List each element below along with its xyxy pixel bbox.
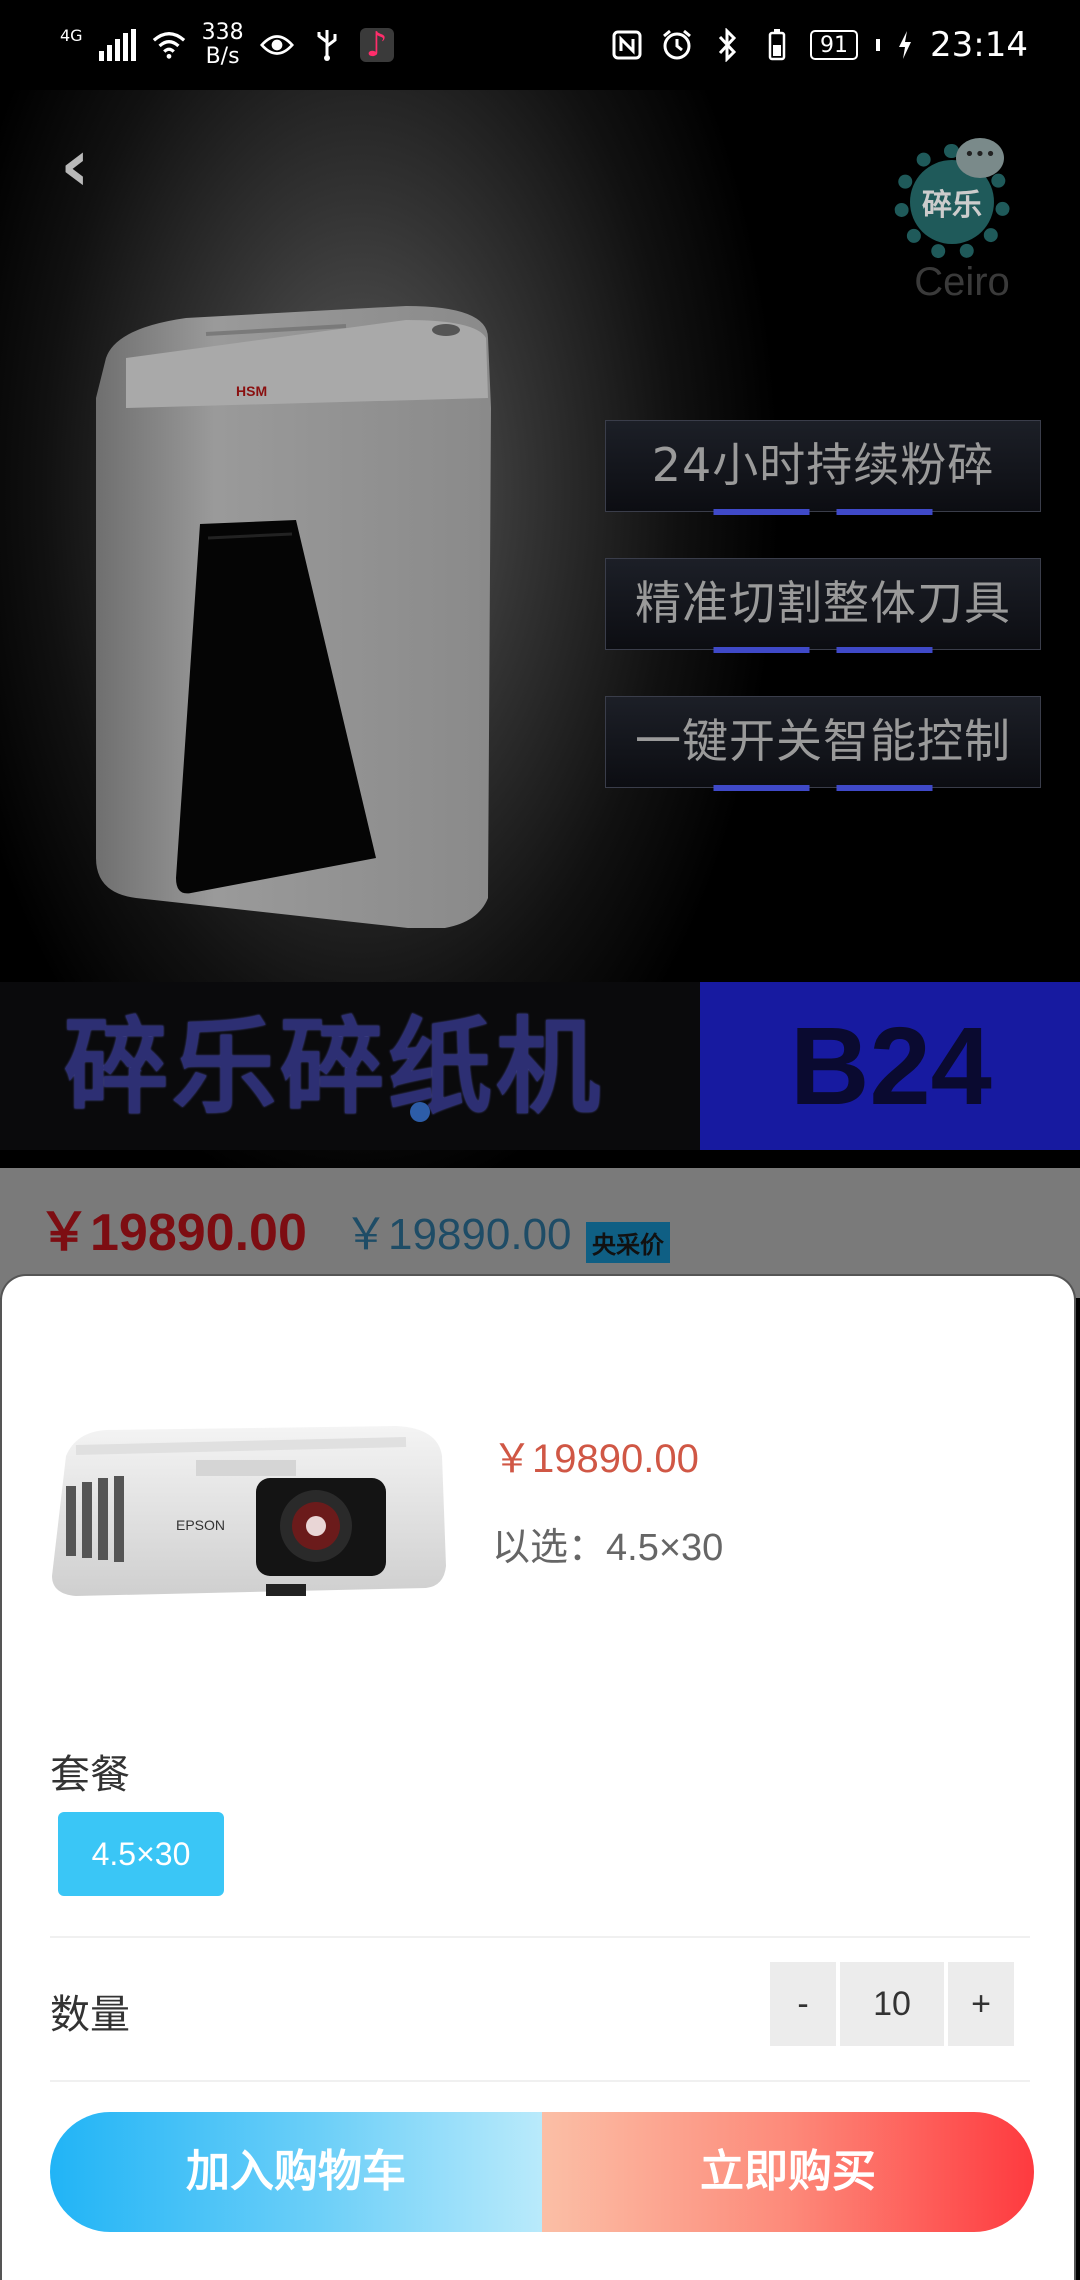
- logo-text: Ceiro: [914, 260, 1010, 304]
- wifi-icon: [152, 28, 186, 62]
- sheet-price: ￥19890.00: [492, 1437, 699, 1481]
- clock: 23:14: [930, 25, 1028, 65]
- back-button[interactable]: ‹: [60, 129, 130, 201]
- quantity-stepper: - 10 +: [770, 1962, 1014, 2046]
- tiktok-icon: ♪: [359, 25, 394, 65]
- decrement-button[interactable]: -: [770, 1962, 836, 2046]
- battery-level: 91: [810, 30, 859, 60]
- sku-selector-sheet: EPSON ￥19890.00 以选：4.5×30 套餐 4.5×30 数量 -…: [0, 1274, 1076, 2280]
- svg-text:EPSON: EPSON: [176, 1517, 225, 1533]
- feature-badge: 24小时持续粉碎: [605, 420, 1041, 515]
- brand-title: 碎乐碎纸机: [64, 1006, 605, 1128]
- package-label: 套餐: [50, 1752, 130, 1798]
- battery-percent: 91: [820, 32, 849, 58]
- quantity-label: 数量: [50, 1992, 130, 2038]
- network-speed: 338 B/s: [202, 21, 244, 69]
- signal-icon: [98, 29, 136, 61]
- speed-value: 338: [201, 20, 244, 45]
- battery-tip: [876, 39, 881, 51]
- shredder-image: HSM: [96, 306, 491, 928]
- status-left: 4G 338 B/s ♪: [60, 21, 394, 69]
- product-banner[interactable]: ‹ 碎乐 ••• Ceiro HSM 24小时持续粉碎 精准切割整体刀具 一键开…: [0, 90, 1080, 1168]
- selected-variant-text: 以选：4.5×30: [492, 1527, 724, 1569]
- nfc-icon: [610, 28, 644, 62]
- shredder-brand: HSM: [236, 383, 267, 399]
- quantity-input[interactable]: 10: [840, 1962, 944, 2046]
- phone-battery-icon: [760, 28, 794, 62]
- feature-badge: 一键开关智能控制: [605, 696, 1041, 791]
- original-price: ￥19890.00: [344, 1210, 572, 1259]
- usb-icon: [310, 28, 344, 62]
- status-right: 91 23:14: [610, 25, 1028, 65]
- package-option-chip[interactable]: 4.5×30: [58, 1812, 224, 1896]
- speed-unit: B/s: [205, 44, 240, 69]
- chat-bubble-icon: •••: [956, 138, 1004, 178]
- carousel-indicator[interactable]: [410, 1102, 430, 1122]
- brand-logo: 碎乐 ••• Ceiro: [888, 138, 1028, 304]
- buy-now-button[interactable]: 立即购买: [542, 2112, 1034, 2232]
- product-thumbnail: EPSON: [52, 1426, 446, 1596]
- action-buttons: 加入购物车 立即购买: [50, 2112, 1034, 2232]
- divider: [50, 2080, 1030, 2082]
- chevron-left-icon: ‹: [60, 123, 90, 207]
- price-tag-badge: 央采价: [586, 1222, 670, 1263]
- feature-badge: 精准切割整体刀具: [605, 558, 1041, 653]
- model-number: B24: [790, 1005, 992, 1128]
- increment-button[interactable]: +: [948, 1962, 1014, 2046]
- network-type-badge: 4G: [60, 25, 83, 45]
- divider: [50, 1936, 1030, 1938]
- add-to-cart-button[interactable]: 加入购物车: [50, 2112, 542, 2232]
- status-bar: 4G 338 B/s ♪ 91 23:14: [0, 0, 1080, 90]
- alarm-icon: [660, 28, 694, 62]
- charging-icon: [896, 28, 914, 62]
- current-price: ￥19890.00: [38, 1204, 307, 1262]
- eye-icon: [259, 28, 294, 62]
- brand-strip: 碎乐碎纸机 B24: [0, 982, 1080, 1150]
- bluetooth-icon: [710, 28, 744, 62]
